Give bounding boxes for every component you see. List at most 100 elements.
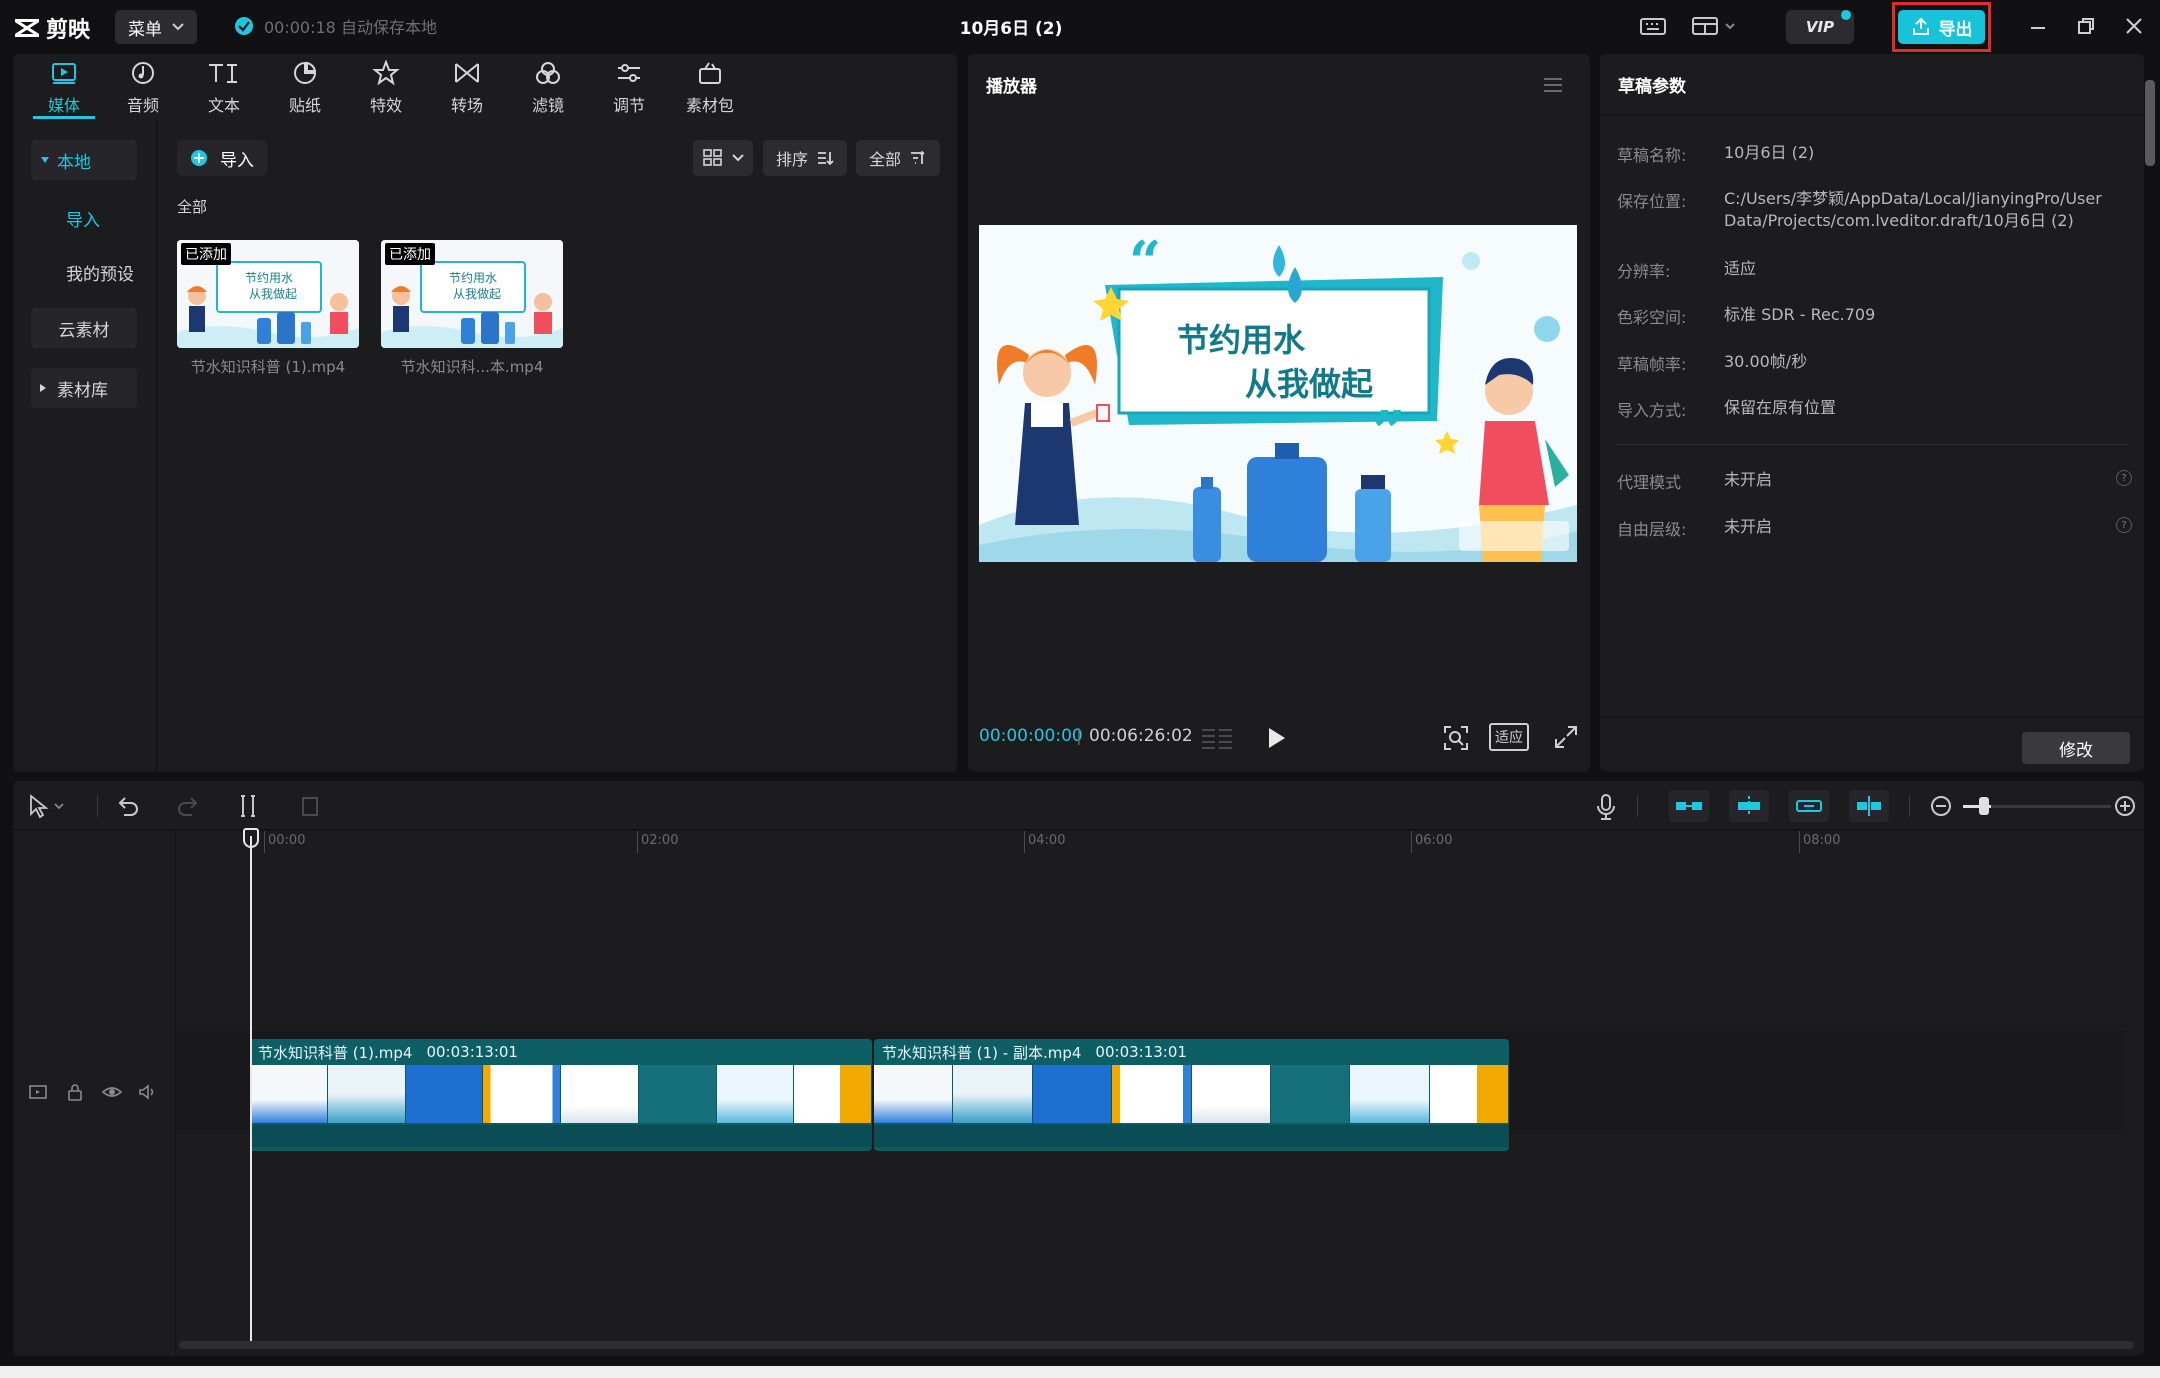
redo-icon[interactable] [175, 793, 201, 819]
app-name: 剪映 [46, 18, 91, 43]
split-icon[interactable] [235, 793, 261, 819]
filter-funnel-icon [909, 149, 927, 167]
eye-icon[interactable] [101, 1083, 123, 1101]
microphone-icon[interactable] [1593, 793, 1619, 821]
close-icon[interactable] [2124, 14, 2144, 38]
field-key: 代理模式 [1617, 473, 1682, 492]
auto-snap-button[interactable] [1729, 790, 1769, 822]
tab-sticker[interactable]: 贴纸 [270, 60, 340, 116]
clip-audio-waveform [874, 1125, 1509, 1147]
sort-button[interactable]: 排序 [763, 140, 847, 176]
filter-label: 全部 [868, 150, 901, 169]
draft-field-location: 保存位置: C:/Users/李梦颖/AppData/Local/Jianying… [1617, 188, 2124, 232]
added-badge: 已添加 [385, 243, 435, 265]
timeline-toolbar [13, 781, 2144, 831]
video-preview[interactable]: “ ” 节约用水 从我做起 [979, 225, 1577, 562]
ruler-label: 00:00 [268, 833, 306, 848]
layout-icon[interactable] [1690, 12, 1738, 40]
sidebar-item-presets[interactable]: 我的预设 [31, 252, 137, 292]
video-clip[interactable]: 节水知识科普 (1).mp4 00:03:13:01 [250, 1039, 872, 1151]
chapters-icon[interactable] [1200, 726, 1234, 750]
filter-button[interactable]: 全部 [856, 140, 940, 176]
menu-button[interactable]: 菜单 [115, 10, 197, 44]
draft-params-panel: 草稿参数 草稿名称: 10月6日 (2) 保存位置: C:/Users/李梦颖/Ap… [1600, 54, 2144, 772]
tab-media[interactable]: 媒体 [29, 60, 99, 116]
media-thumbnail: 节约用水 从我做起 已添加 [381, 240, 563, 348]
clip-duration: 00:03:13:01 [426, 1043, 518, 1061]
tab-adjust[interactable]: 调节 [594, 60, 664, 116]
tab-transition[interactable]: 转场 [432, 60, 502, 116]
timeline-scrollbar[interactable] [179, 1341, 2134, 1349]
zoom-slider-handle[interactable] [1979, 797, 1989, 815]
zoom-in-icon[interactable] [2113, 793, 2137, 819]
ruler-label: 08:00 [1803, 833, 1841, 848]
tab-label: 滤镜 [531, 96, 564, 115]
zoom-out-icon[interactable] [1929, 793, 1953, 819]
playhead[interactable] [250, 836, 252, 1346]
zoom-preview-icon[interactable] [1442, 724, 1470, 752]
panel-scrollbar[interactable] [2145, 80, 2155, 166]
fit-ratio-button[interactable]: 适应 [1489, 723, 1529, 751]
field-key: 分辨率: [1617, 262, 1671, 281]
divider [1637, 795, 1638, 817]
video-clip[interactable]: 节水知识科普 (1) - 副本.mp4 00:03:13:01 [874, 1039, 1509, 1151]
linkage-button[interactable] [1789, 790, 1829, 822]
ruler-tick [1799, 831, 1800, 853]
clip-frame [250, 1065, 328, 1123]
media-item[interactable]: 节约用水 从我做起 已添加 节水知识科...本.mp4 [381, 240, 563, 377]
clip-header: 节水知识科普 (1).mp4 00:03:13:01 [250, 1039, 872, 1065]
tab-text[interactable]: 文本 [189, 60, 259, 116]
sort-icon [816, 149, 834, 167]
divider [1909, 795, 1910, 817]
clip-frames [250, 1065, 872, 1123]
draft-field-free-layer: 自由层级: 未开启 [1617, 516, 2124, 540]
field-value: 适应 [1724, 259, 1757, 278]
tab-label: 媒体 [47, 96, 80, 115]
field-key: 导入方式: [1617, 401, 1687, 420]
track-video-icon[interactable] [28, 1083, 48, 1101]
ruler-tick [637, 831, 638, 853]
clip-frame [327, 1065, 406, 1123]
restore-icon[interactable] [2076, 14, 2096, 38]
view-mode-button[interactable] [693, 140, 753, 176]
tab-filter[interactable]: 滤镜 [513, 60, 583, 116]
field-value: 未开启 [1724, 517, 1773, 536]
select-tool-icon[interactable] [27, 793, 67, 819]
fullscreen-icon[interactable] [1553, 724, 1579, 750]
time-ruler[interactable]: 00:00 02:00 04:00 06:00 08:00 [176, 831, 2126, 853]
help-icon[interactable]: ? [2116, 470, 2132, 486]
sidebar-item-label: 云素材 [58, 320, 110, 341]
sidebar-item-label: 我的预设 [66, 264, 134, 285]
tab-audio[interactable]: 音频 [108, 60, 178, 116]
lock-icon[interactable] [66, 1082, 84, 1102]
preview-axis-icon [1854, 794, 1884, 818]
draft-field-proxy: 代理模式 未开启 [1617, 469, 2124, 493]
sidebar-item-import[interactable]: 导入 [31, 198, 137, 238]
keyboard-shortcut-icon[interactable] [1638, 12, 1668, 40]
export-button[interactable]: 导出 [1898, 10, 1985, 44]
modify-button[interactable]: 修改 [2022, 732, 2130, 764]
menu-icon[interactable] [1542, 76, 1564, 94]
delete-icon[interactable] [297, 793, 323, 819]
minimize-icon[interactable] [2028, 14, 2048, 38]
import-button[interactable]: 导入 [177, 140, 267, 176]
svg-text:从我做起: 从我做起 [453, 286, 501, 301]
tab-package[interactable]: 素材包 [675, 60, 745, 116]
draft-field-name: 草稿名称: 10月6日 (2) [1617, 142, 2124, 166]
media-name: 节水知识科普 (1).mp4 [190, 358, 346, 376]
clip-frames [874, 1065, 1509, 1123]
sidebar-item-cloud[interactable]: 云素材 [31, 308, 137, 348]
undo-icon[interactable] [115, 793, 141, 819]
play-icon[interactable] [1264, 724, 1288, 752]
help-icon[interactable]: ? [2116, 517, 2132, 533]
clip-audio-waveform [250, 1125, 872, 1147]
preview-axis-button[interactable] [1849, 790, 1889, 822]
media-item[interactable]: 节约用水 从我做起 已添加 节水知识科普 (1).mp4 [177, 240, 359, 377]
ruler-label: 06:00 [1415, 833, 1453, 848]
clip-frame [794, 1065, 872, 1123]
main-track-magnet-button[interactable] [1669, 790, 1709, 822]
sidebar-item-library[interactable]: 素材库 [31, 368, 137, 408]
sidebar-item-local[interactable]: 本地 [31, 140, 137, 180]
volume-icon[interactable] [137, 1083, 157, 1101]
tab-effects[interactable]: 特效 [351, 60, 421, 116]
